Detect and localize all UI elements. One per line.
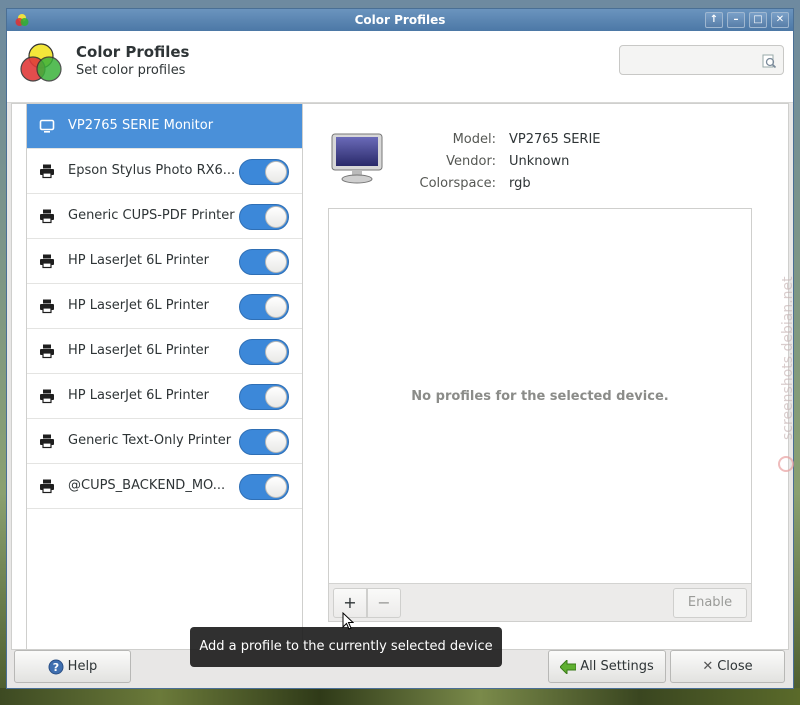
device-label: @CUPS_BACKEND_MO... [68,478,226,493]
help-button[interactable]: ? Help [14,650,131,683]
close-button[interactable]: ✕ Close [670,650,785,683]
printer-icon [39,343,55,359]
titlebar[interactable]: Color Profiles ↑ – □ ✕ [7,9,793,31]
device-enable-toggle[interactable] [239,384,289,410]
device-row[interactable]: Generic Text-Only Printer [27,419,302,464]
search-input[interactable] [619,45,784,75]
printer-icon [39,388,55,404]
search-icon [762,54,777,69]
printer-icon [39,253,55,269]
page-subtitle: Set color profiles [76,63,186,78]
printer-icon [39,163,55,179]
enable-profile-button[interactable]: Enable [673,588,747,618]
vendor-label: Vendor: [446,154,496,169]
colorspace-value: rgb [509,176,531,191]
vendor-value: Unknown [509,154,570,169]
model-row: Model: VP2765 SERIE [304,132,788,150]
desktop-background [0,688,800,705]
device-row[interactable]: HP LaserJet 6L Printer [27,284,302,329]
svg-text:?: ? [52,661,58,674]
device-label: Epson Stylus Photo RX6... [68,163,236,178]
back-arrow-icon [560,659,577,674]
device-label: HP LaserJet 6L Printer [68,253,210,268]
vendor-row: Vendor: Unknown [304,154,788,172]
toggle-knob [265,341,287,363]
toggle-knob [265,386,287,408]
toggle-knob [265,161,287,183]
window-minimize-button[interactable]: – [727,12,745,28]
model-label: Model: [452,132,496,147]
window-title: Color Profiles [354,13,446,27]
device-label: HP LaserJet 6L Printer [68,343,210,358]
profiles-toolbar: + − Enable [329,583,751,621]
model-value: VP2765 SERIE [509,132,601,147]
watermark-text: screenshots.debian.net [780,276,796,440]
device-label: Generic Text-Only Printer [68,433,232,448]
printer-icon [39,298,55,314]
page-title: Color Profiles [76,43,190,61]
header: Color Profiles Set color profiles [7,31,793,103]
device-label: HP LaserJet 6L Printer [68,298,210,313]
printer-icon [39,433,55,449]
device-enable-toggle[interactable] [239,339,289,365]
device-row[interactable]: @CUPS_BACKEND_MO... [27,464,302,509]
all-settings-label: All Settings [580,659,654,674]
device-enable-toggle[interactable] [239,429,289,455]
close-icon: ✕ [702,659,714,674]
device-enable-toggle[interactable] [239,249,289,275]
color-profiles-window: Color Profiles ↑ – □ ✕ Color Profiles Se… [6,8,794,689]
help-label: Help [67,659,98,674]
main-content: VP2765 SERIE Monitor Epson Stylus Photo R… [11,103,789,650]
toggle-knob [265,476,287,498]
color-profiles-logo-icon [20,43,62,82]
help-icon: ? [48,659,64,674]
window-raise-button[interactable]: ↑ [705,12,723,28]
device-enable-toggle[interactable] [239,294,289,320]
toggle-knob [265,431,287,453]
app-icon [15,14,29,26]
device-row[interactable]: Generic CUPS-PDF Printer [27,194,302,239]
all-settings-button[interactable]: All Settings [548,650,666,683]
colorspace-row: Colorspace: rgb [304,176,788,194]
device-enable-toggle[interactable] [239,204,289,230]
monitor-icon [39,118,55,134]
device-enable-toggle[interactable] [239,159,289,185]
toggle-knob [265,251,287,273]
device-label: VP2765 SERIE Monitor [68,118,214,133]
window-maximize-button[interactable]: □ [749,12,767,28]
device-list: VP2765 SERIE Monitor Epson Stylus Photo R… [26,104,303,649]
colorspace-label: Colorspace: [419,176,496,191]
window-close-button[interactable]: ✕ [771,12,789,28]
device-row[interactable]: Epson Stylus Photo RX6... [27,149,302,194]
close-label: Close [717,659,753,674]
device-enable-toggle[interactable] [239,474,289,500]
remove-profile-button[interactable]: − [367,588,401,618]
device-row[interactable]: VP2765 SERIE Monitor [27,104,302,149]
device-row[interactable]: HP LaserJet 6L Printer [27,374,302,419]
profiles-list[interactable]: No profiles for the selected device. + −… [328,208,752,622]
toggle-knob [265,296,287,318]
mouse-cursor-icon [342,612,354,630]
empty-profiles-message: No profiles for the selected device. [411,389,669,404]
device-details: Model: VP2765 SERIE Vendor: Unknown Colo… [304,104,788,649]
watermark: screenshots.debian.net [778,276,796,472]
device-row[interactable]: HP LaserJet 6L Printer [27,329,302,374]
add-profile-tooltip: Add a profile to the currently selected … [190,627,502,667]
printer-icon [39,208,55,224]
device-label: HP LaserJet 6L Printer [68,388,210,403]
device-row[interactable]: HP LaserJet 6L Printer [27,239,302,284]
toggle-knob [265,206,287,228]
device-label: Generic CUPS-PDF Printer [68,208,235,223]
printer-icon [39,478,55,494]
